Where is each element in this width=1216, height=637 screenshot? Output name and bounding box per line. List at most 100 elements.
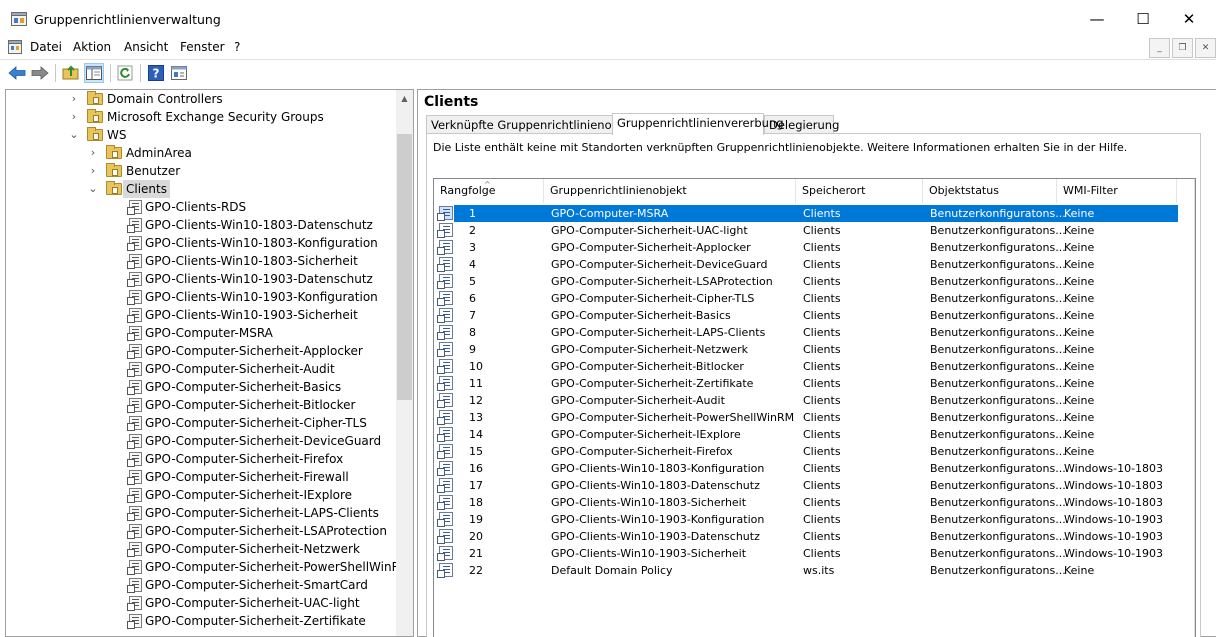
tree-item[interactable]: GPO-Computer-Sicherheit-LSAProtection bbox=[6, 522, 396, 540]
properties-icon[interactable] bbox=[169, 63, 189, 83]
tree-item[interactable]: GPO-Computer-Sicherheit-PowerShellWinRM bbox=[6, 558, 410, 576]
tree-item[interactable]: GPO-Computer-MSRA bbox=[6, 324, 396, 342]
show-hide-tree-icon[interactable] bbox=[84, 63, 104, 83]
close-button[interactable]: ✕ bbox=[1166, 0, 1212, 38]
scroll-thumb[interactable] bbox=[397, 134, 412, 400]
list-row[interactable]: 10 GPO-Computer-Sicherheit-Bitlocker Clien… bbox=[435, 358, 1178, 375]
list-row[interactable]: 22 Default Domain Policy ws.its Benutzerkon… bbox=[435, 562, 1178, 579]
tree-item[interactable]: GPO-Computer-Sicherheit-Firefox bbox=[6, 450, 396, 468]
gpo-inheritance-list[interactable]: Rangfolge ^ Gruppenrichtlinienobjekt Spe… bbox=[433, 178, 1196, 637]
cell-gpo: GPO-Computer-Sicherheit-LAPS-Clients bbox=[551, 326, 766, 339]
tree-item[interactable]: › AdminArea bbox=[6, 144, 396, 162]
tree-item[interactable]: GPO-Clients-Win10-1803-Datenschutz bbox=[6, 216, 396, 234]
list-row[interactable]: 5 GPO-Computer-Sicherheit-LSAProtection Cl… bbox=[435, 273, 1178, 290]
tab-linked-gpos[interactable]: Verknüpfte Gruppenrichtlinienobjekte bbox=[426, 115, 647, 134]
tree-item[interactable]: GPO-Computer-Sicherheit-Applocker bbox=[6, 342, 396, 360]
list-row[interactable]: 14 GPO-Computer-Sicherheit-IExplore Client… bbox=[435, 426, 1178, 443]
list-row[interactable]: 12 GPO-Computer-Sicherheit-Audit Clients Be… bbox=[435, 392, 1178, 409]
menu-datei[interactable]: Datei bbox=[30, 40, 62, 54]
tree-item[interactable]: GPO-Computer-Sicherheit-Cipher-TLS bbox=[6, 414, 396, 432]
list-row[interactable]: 19 GPO-Clients-Win10-1903-Konfiguration Cl… bbox=[435, 511, 1178, 528]
tree-item[interactable]: GPO-Computer-Sicherheit-Audit bbox=[6, 360, 396, 378]
up-folder-icon[interactable] bbox=[61, 63, 81, 83]
tree-item[interactable]: GPO-Computer-Sicherheit-LAPS-Clients bbox=[6, 504, 396, 522]
expand-arrow-icon[interactable]: › bbox=[88, 162, 98, 180]
list-row[interactable]: 1 GPO-Computer-MSRA Clients Benutzerkonfigu… bbox=[435, 205, 1178, 222]
list-row[interactable]: 20 GPO-Clients-Win10-1903-Datenschutz Clie… bbox=[435, 528, 1178, 545]
menu-help[interactable]: ? bbox=[234, 40, 240, 54]
list-row[interactable]: 7 GPO-Computer-Sicherheit-Basics Clients Be… bbox=[435, 307, 1178, 324]
mdi-close-button[interactable]: ✕ bbox=[1195, 38, 1216, 58]
minimize-button[interactable]: — bbox=[1074, 0, 1120, 38]
tree-item[interactable]: ⌄ Clients bbox=[6, 180, 396, 198]
list-row[interactable]: 17 GPO-Clients-Win10-1803-Datenschutz Clie… bbox=[435, 477, 1178, 494]
menu-ansicht[interactable]: Ansicht bbox=[124, 40, 168, 54]
list-row[interactable]: 3 GPO-Computer-Sicherheit-Applocker Client… bbox=[435, 239, 1178, 256]
tree-item[interactable]: ⌄ WS bbox=[6, 126, 396, 144]
tree-item[interactable]: › Microsoft Exchange Security Groups bbox=[6, 108, 396, 126]
expand-arrow-icon[interactable]: › bbox=[69, 90, 79, 108]
column-header-location[interactable]: Speicherort bbox=[796, 179, 923, 203]
tree-item-label: Domain Controllers bbox=[107, 92, 223, 106]
column-header-status[interactable]: Objektstatus bbox=[923, 179, 1057, 203]
tree-scrollbar[interactable]: ▲ bbox=[396, 90, 413, 636]
list-row[interactable]: 21 GPO-Clients-Win10-1903-Sicherheit Clien… bbox=[435, 545, 1178, 562]
scroll-up-arrow-icon[interactable]: ▲ bbox=[396, 90, 413, 107]
mdi-minimize-button[interactable]: _ bbox=[1149, 38, 1170, 58]
collapse-arrow-icon[interactable]: ⌄ bbox=[88, 180, 98, 198]
maximize-button[interactable]: ☐ bbox=[1120, 0, 1166, 38]
tree-item[interactable]: GPO-Computer-Sicherheit-UAC-light bbox=[6, 594, 396, 612]
system-menu-icon[interactable] bbox=[8, 40, 22, 54]
expand-arrow-icon[interactable]: › bbox=[88, 144, 98, 162]
console-tree[interactable]: › Domain Controllers › Microsoft Exchange S… bbox=[5, 89, 414, 637]
menu-fenster[interactable]: Fenster bbox=[180, 40, 225, 54]
mdi-restore-button[interactable]: ❐ bbox=[1172, 38, 1193, 58]
list-row[interactable]: 15 GPO-Computer-Sicherheit-Firefox Clients… bbox=[435, 443, 1178, 460]
tree-item[interactable]: GPO-Computer-Sicherheit-IExplore bbox=[6, 486, 396, 504]
expand-arrow-icon[interactable]: › bbox=[69, 108, 79, 126]
tree-item-label: GPO-Computer-Sicherheit-Netzwerk bbox=[145, 542, 360, 556]
forward-arrow-icon[interactable] bbox=[30, 63, 50, 83]
list-row[interactable]: 13 GPO-Computer-Sicherheit-PowerShellWinR… bbox=[435, 409, 1178, 426]
tree-item[interactable]: GPO-Computer-Sicherheit-Basics bbox=[6, 378, 396, 396]
list-row[interactable]: 18 GPO-Clients-Win10-1803-Sicherheit Clien… bbox=[435, 494, 1178, 511]
tree-item[interactable]: GPO-Computer-Sicherheit-Zertifikate bbox=[6, 612, 396, 630]
help-icon[interactable]: ? bbox=[146, 63, 166, 83]
list-row[interactable]: 4 GPO-Computer-Sicherheit-DeviceGuard Clie… bbox=[435, 256, 1178, 273]
tree-item[interactable]: GPO-Clients-RDS bbox=[6, 198, 396, 216]
tree-item[interactable]: GPO-Computer-Sicherheit-Netzwerk bbox=[6, 540, 396, 558]
column-header-gpo[interactable]: Gruppenrichtlinienobjekt bbox=[544, 179, 796, 203]
menu-aktion[interactable]: Aktion bbox=[73, 40, 111, 54]
cell-wmi-filter: Keine bbox=[1064, 411, 1095, 424]
cell-status: Benutzerkonfiguratons... bbox=[930, 513, 1066, 526]
tree-item[interactable]: GPO-Clients-Win10-1803-Sicherheit bbox=[6, 252, 396, 270]
gpo-link-icon bbox=[127, 308, 142, 323]
tree-item[interactable]: GPO-Clients-Win10-1803-Konfiguration bbox=[6, 234, 396, 252]
column-header-rank[interactable]: Rangfolge ^ bbox=[434, 179, 544, 203]
tree-item[interactable]: GPO-Clients-Win10-1903-Datenschutz bbox=[6, 270, 396, 288]
tab-gpo-inheritance[interactable]: Gruppenrichtlinienvererbung bbox=[612, 113, 784, 135]
tree-item[interactable]: GPO-Computer-Sicherheit-SmartCard bbox=[6, 576, 396, 594]
list-row[interactable]: 2 GPO-Computer-Sicherheit-UAC-light Client… bbox=[435, 222, 1178, 239]
cell-wmi-filter: Keine bbox=[1064, 428, 1095, 441]
tree-item-label: Clients bbox=[123, 180, 170, 198]
collapse-arrow-icon[interactable]: ⌄ bbox=[69, 126, 79, 144]
tree-item-label: GPO-Computer-Sicherheit-LSAProtection bbox=[145, 524, 387, 538]
tree-item[interactable]: GPO-Computer-Sicherheit-Firewall bbox=[6, 468, 396, 486]
tree-item[interactable]: GPO-Clients-Win10-1903-Sicherheit bbox=[6, 306, 396, 324]
cell-location: Clients bbox=[803, 445, 841, 458]
back-arrow-icon[interactable] bbox=[7, 63, 27, 83]
tree-item[interactable]: GPO-Computer-Sicherheit-Bitlocker bbox=[6, 396, 396, 414]
cell-rank: 6 bbox=[469, 292, 476, 305]
list-row[interactable]: 6 GPO-Computer-Sicherheit-Cipher-TLS Clien… bbox=[435, 290, 1178, 307]
list-row[interactable]: 9 GPO-Computer-Sicherheit-Netzwerk Clients… bbox=[435, 341, 1178, 358]
list-row[interactable]: 16 GPO-Clients-Win10-1803-Konfiguration Cl… bbox=[435, 460, 1178, 477]
column-header-wmi-filter[interactable]: WMI-Filter bbox=[1057, 179, 1177, 203]
refresh-icon[interactable] bbox=[115, 63, 135, 83]
tree-item[interactable]: › Domain Controllers bbox=[6, 90, 396, 108]
tree-item[interactable]: GPO-Computer-Sicherheit-DeviceGuard bbox=[6, 432, 396, 450]
list-row[interactable]: 11 GPO-Computer-Sicherheit-Zertifikate Cli… bbox=[435, 375, 1178, 392]
list-row[interactable]: 8 GPO-Computer-Sicherheit-LAPS-Clients Cli… bbox=[435, 324, 1178, 341]
tree-item[interactable]: › Benutzer bbox=[6, 162, 396, 180]
tree-item[interactable]: GPO-Clients-Win10-1903-Konfiguration bbox=[6, 288, 396, 306]
